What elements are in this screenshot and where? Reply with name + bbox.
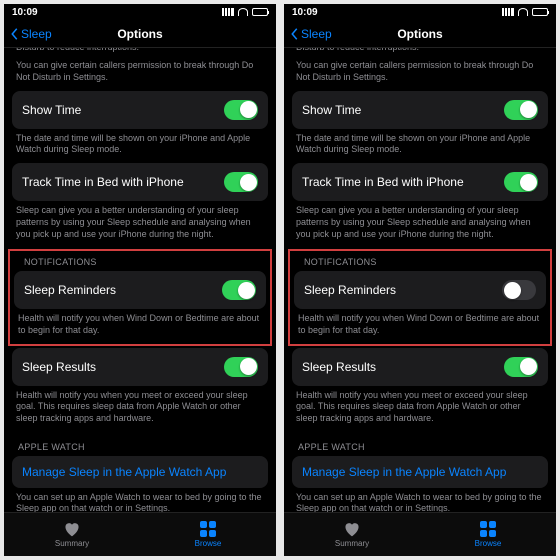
manage-watch-desc: You can set up an Apple Watch to wear to… bbox=[284, 488, 556, 512]
battery-icon bbox=[252, 8, 268, 16]
back-label: Sleep bbox=[21, 27, 52, 41]
track-time-label: Track Time in Bed with iPhone bbox=[302, 175, 464, 189]
show-time-row: Show Time bbox=[292, 91, 548, 129]
tab-summary[interactable]: Summary bbox=[4, 513, 140, 556]
show-time-toggle[interactable] bbox=[504, 100, 538, 120]
highlight-box: NOTIFICATIONS Sleep Reminders Health wil… bbox=[288, 249, 552, 345]
intro-text-1: screen at your scheduled Bedtime. It wil… bbox=[4, 48, 276, 60]
track-time-row: Track Time in Bed with iPhone bbox=[12, 163, 268, 201]
sleep-reminders-label: Sleep Reminders bbox=[24, 283, 116, 297]
highlight-box: NOTIFICATIONS Sleep Reminders Health wil… bbox=[8, 249, 272, 345]
status-time: 10:09 bbox=[12, 7, 38, 18]
chevron-left-icon bbox=[290, 28, 299, 40]
chevron-left-icon bbox=[10, 28, 19, 40]
wifi-icon bbox=[238, 8, 248, 16]
intro-text-1: screen at your scheduled Bedtime. It wil… bbox=[284, 48, 556, 60]
sleep-reminders-desc: Health will notify you when Wind Down or… bbox=[290, 309, 550, 343]
show-time-label: Show Time bbox=[22, 103, 81, 117]
show-time-row: Show Time bbox=[12, 91, 268, 129]
intro-text-2: You can give certain callers permission … bbox=[4, 60, 276, 90]
notifications-header: NOTIFICATIONS bbox=[10, 253, 270, 271]
tab-summary-label: Summary bbox=[335, 539, 369, 548]
nav-bar: Sleep Options bbox=[4, 20, 276, 48]
sleep-reminders-desc: Health will notify you when Wind Down or… bbox=[10, 309, 270, 343]
phone-left: 10:09 Sleep Options screen at your sched… bbox=[4, 4, 276, 556]
show-time-desc: The date and time will be shown on your … bbox=[4, 129, 276, 163]
signal-icon bbox=[502, 8, 514, 16]
track-time-label: Track Time in Bed with iPhone bbox=[22, 175, 184, 189]
phone-right: 10:09 Sleep Options screen at your sched… bbox=[284, 4, 556, 556]
apple-watch-header: APPLE WATCH bbox=[4, 432, 276, 456]
track-time-toggle[interactable] bbox=[224, 172, 258, 192]
status-bar: 10:09 bbox=[4, 4, 276, 20]
sleep-results-toggle[interactable] bbox=[224, 357, 258, 377]
scroll-area[interactable]: screen at your scheduled Bedtime. It wil… bbox=[4, 48, 276, 512]
page-title: Options bbox=[117, 27, 162, 41]
apple-watch-header: APPLE WATCH bbox=[284, 432, 556, 456]
tab-summary-label: Summary bbox=[55, 539, 89, 548]
status-bar: 10:09 bbox=[284, 4, 556, 20]
sleep-results-label: Sleep Results bbox=[302, 360, 376, 374]
sleep-results-desc: Health will notify you when you meet or … bbox=[4, 386, 276, 432]
manage-watch-row[interactable]: Manage Sleep in the Apple Watch App bbox=[12, 456, 268, 488]
manage-watch-desc: You can set up an Apple Watch to wear to… bbox=[4, 488, 276, 512]
track-time-desc: Sleep can give you a better understandin… bbox=[284, 201, 556, 247]
notifications-header: NOTIFICATIONS bbox=[290, 253, 550, 271]
manage-watch-link: Manage Sleep in the Apple Watch App bbox=[22, 465, 226, 479]
sleep-reminders-row: Sleep Reminders bbox=[294, 271, 546, 309]
tab-summary[interactable]: Summary bbox=[284, 513, 420, 556]
heart-icon bbox=[63, 521, 81, 537]
tab-browse[interactable]: Browse bbox=[140, 513, 276, 556]
sleep-reminders-label: Sleep Reminders bbox=[304, 283, 396, 297]
tab-browse-label: Browse bbox=[475, 539, 502, 548]
manage-watch-link: Manage Sleep in the Apple Watch App bbox=[302, 465, 506, 479]
sleep-reminders-row: Sleep Reminders bbox=[14, 271, 266, 309]
show-time-toggle[interactable] bbox=[224, 100, 258, 120]
track-time-desc: Sleep can give you a better understandin… bbox=[4, 201, 276, 247]
tab-bar: Summary Browse bbox=[284, 512, 556, 556]
sleep-reminders-toggle[interactable] bbox=[502, 280, 536, 300]
back-button[interactable]: Sleep bbox=[10, 20, 52, 47]
tab-browse[interactable]: Browse bbox=[420, 513, 556, 556]
sleep-results-label: Sleep Results bbox=[22, 360, 96, 374]
battery-icon bbox=[532, 8, 548, 16]
manage-watch-row[interactable]: Manage Sleep in the Apple Watch App bbox=[292, 456, 548, 488]
tab-bar: Summary Browse bbox=[4, 512, 276, 556]
sleep-reminders-toggle[interactable] bbox=[222, 280, 256, 300]
grid-icon bbox=[200, 521, 216, 537]
show-time-label: Show Time bbox=[302, 103, 361, 117]
back-button[interactable]: Sleep bbox=[290, 20, 332, 47]
signal-icon bbox=[222, 8, 234, 16]
tab-browse-label: Browse bbox=[195, 539, 222, 548]
nav-bar: Sleep Options bbox=[284, 20, 556, 48]
sleep-results-toggle[interactable] bbox=[504, 357, 538, 377]
track-time-toggle[interactable] bbox=[504, 172, 538, 192]
grid-icon bbox=[480, 521, 496, 537]
heart-icon bbox=[343, 521, 361, 537]
sleep-results-desc: Health will notify you when you meet or … bbox=[284, 386, 556, 432]
scroll-area[interactable]: screen at your scheduled Bedtime. It wil… bbox=[284, 48, 556, 512]
wifi-icon bbox=[518, 8, 528, 16]
sleep-results-row: Sleep Results bbox=[12, 348, 268, 386]
show-time-desc: The date and time will be shown on your … bbox=[284, 129, 556, 163]
status-time: 10:09 bbox=[292, 7, 318, 18]
page-title: Options bbox=[397, 27, 442, 41]
track-time-row: Track Time in Bed with iPhone bbox=[292, 163, 548, 201]
back-label: Sleep bbox=[301, 27, 332, 41]
sleep-results-row: Sleep Results bbox=[292, 348, 548, 386]
intro-text-2: You can give certain callers permission … bbox=[284, 60, 556, 90]
